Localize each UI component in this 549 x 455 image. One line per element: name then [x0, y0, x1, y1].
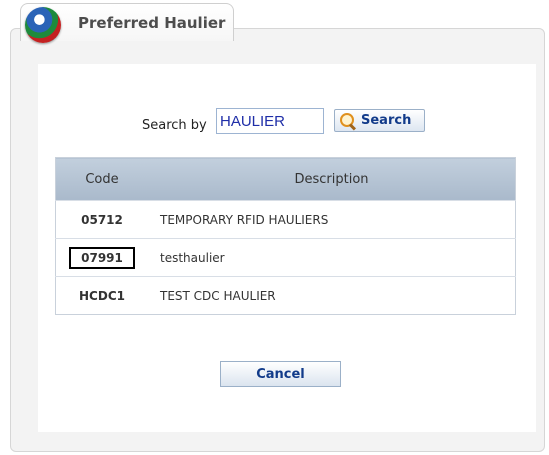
haulier-code[interactable]: 07991	[69, 246, 135, 269]
haulier-description: TEMPORARY RFID HAULIERS	[148, 200, 516, 239]
haulier-description: TEST CDC HAULIER	[148, 276, 516, 315]
description-column-header: Description	[148, 157, 516, 201]
table-row[interactable]: HCDC1 TEST CDC HAULIER	[55, 276, 516, 315]
search-button[interactable]: Search	[334, 109, 425, 132]
table-header-row: Code Description	[55, 157, 516, 201]
haulier-code[interactable]: HCDC1	[55, 276, 148, 315]
search-label: Search by	[142, 118, 207, 133]
dialog-title: Preferred Haulier	[78, 14, 226, 32]
table-row[interactable]: 05712 TEMPORARY RFID HAULIERS	[55, 200, 516, 239]
search-input[interactable]	[216, 108, 324, 134]
haulier-description: testhaulier	[148, 238, 516, 277]
logo-icon	[25, 7, 61, 43]
code-column-header: Code	[55, 157, 148, 201]
haulier-code[interactable]: 05712	[55, 200, 148, 239]
table-row[interactable]: 07991 testhaulier	[55, 238, 516, 277]
haulier-table: Code Description 05712 TEMPORARY RFID HA…	[55, 157, 516, 315]
haulier-code-cell[interactable]: 07991	[55, 238, 148, 277]
search-icon	[339, 112, 357, 131]
cancel-button[interactable]: Cancel	[220, 361, 341, 387]
cancel-button-label: Cancel	[256, 366, 305, 382]
search-button-label: Search	[361, 113, 412, 128]
